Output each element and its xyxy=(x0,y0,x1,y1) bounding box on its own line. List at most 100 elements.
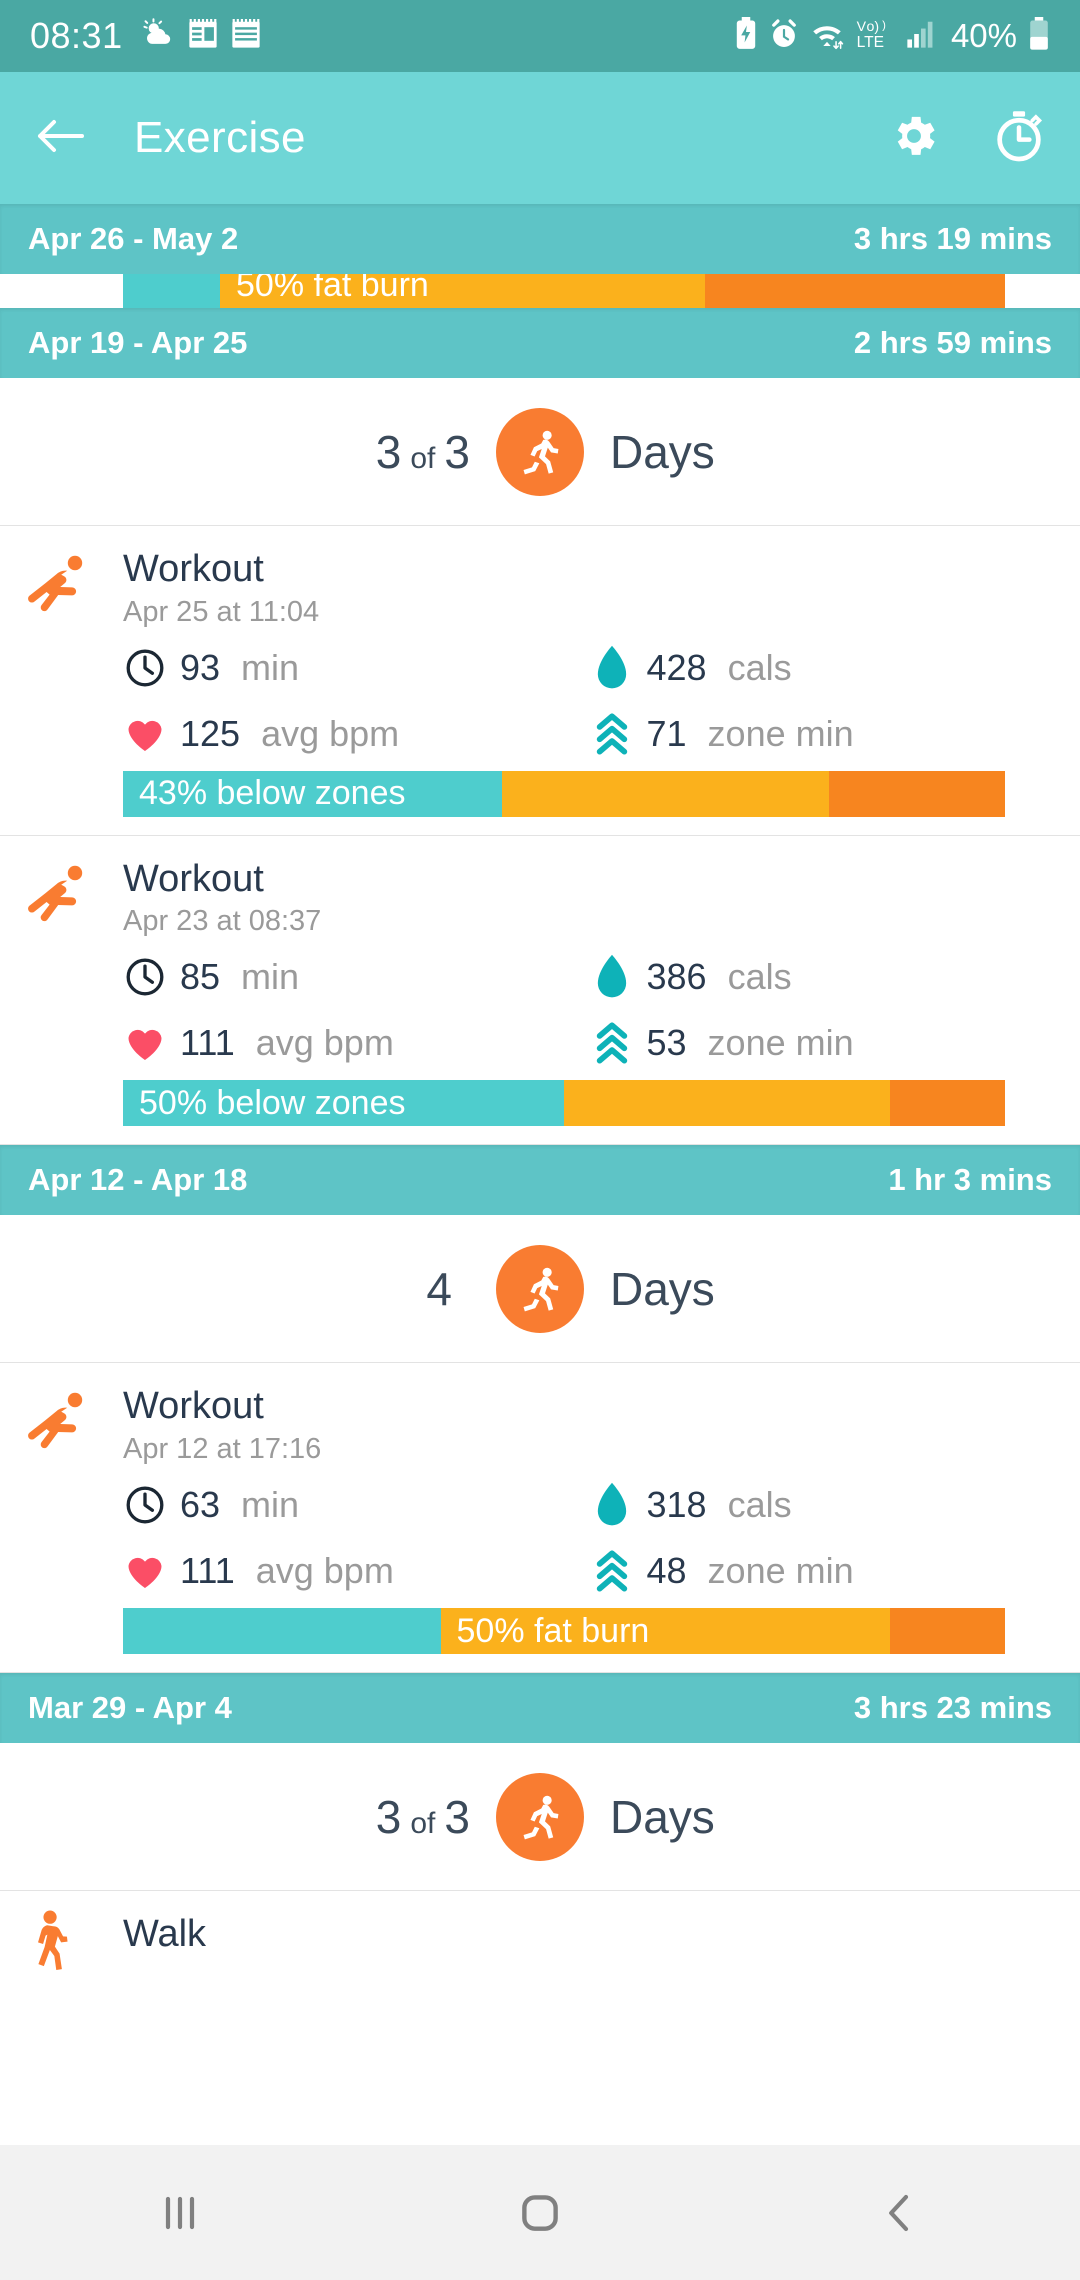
zone-bar: 50% fat burn xyxy=(0,1608,1080,1654)
exercise-list[interactable]: Apr 26 - May 2 3 hrs 19 mins 50% fat bur… xyxy=(0,204,1080,2277)
days-count: 3 of 3 xyxy=(320,425,470,479)
workout-card[interactable]: Workout Apr 25 at 11:04 93 min 4 xyxy=(0,526,1080,836)
app-bar-actions xyxy=(888,109,1046,168)
workout-card[interactable]: Workout Apr 12 at 17:16 63 min 3 xyxy=(0,1363,1080,1673)
week-range: Mar 29 - Apr 4 xyxy=(28,1690,232,1726)
days-of-label: of xyxy=(410,1807,435,1841)
bpm-unit: avg bpm xyxy=(261,713,399,755)
app-bar: Exercise xyxy=(0,72,1080,204)
zone-unit: zone min xyxy=(708,1550,854,1592)
status-bar: 08:31 Vo))LTE xyxy=(0,0,1080,72)
bpm-unit: avg bpm xyxy=(256,1022,394,1064)
workout-title: Workout xyxy=(123,858,1056,902)
wifi-icon xyxy=(810,18,844,55)
days-unit-label: Days xyxy=(610,425,760,479)
sprinter-start-icon xyxy=(22,550,90,618)
gear-icon[interactable] xyxy=(888,110,940,167)
walker-icon xyxy=(22,1909,90,1977)
zone-unit: zone min xyxy=(708,1022,854,1064)
workout-stats: 93 min 428 cals 125 xyxy=(123,639,1056,763)
stat-duration: 85 min xyxy=(123,948,590,1006)
runner-icon xyxy=(496,1773,584,1861)
heart-icon xyxy=(123,1549,167,1593)
duration-value: 85 xyxy=(180,956,220,998)
clock-icon xyxy=(123,956,167,998)
notes-icon xyxy=(231,17,261,56)
duration-unit: min xyxy=(241,647,299,689)
sprinter-start-icon xyxy=(22,860,90,928)
calories-unit: cals xyxy=(728,647,792,689)
workout-card[interactable]: Workout Apr 23 at 08:37 85 min 3 xyxy=(0,836,1080,1146)
sprinter-start-icon xyxy=(22,1387,90,1455)
zone-value: 48 xyxy=(647,1550,687,1592)
zone-segment-fat-burn: 50% fat burn xyxy=(220,274,705,308)
workout-date: Apr 25 at 11:04 xyxy=(123,596,1056,629)
heart-icon xyxy=(123,1021,167,1065)
signal-icon xyxy=(906,18,936,55)
status-bar-notification-icons xyxy=(141,17,261,56)
calendar-icon xyxy=(188,17,218,56)
back-icon[interactable] xyxy=(800,2145,1000,2280)
battery-icon xyxy=(1028,17,1050,56)
workout-title: Workout xyxy=(123,548,1056,592)
week-header[interactable]: Apr 19 - Apr 25 2 hrs 59 mins xyxy=(0,308,1080,378)
zone-segment-label: 50% fat burn xyxy=(220,274,429,305)
workout-body: Workout Apr 23 at 08:37 85 min 3 xyxy=(0,858,1080,1073)
days-unit-label: Days xyxy=(610,1790,760,1844)
clipped-workout-card[interactable]: 50% fat burn xyxy=(0,274,1080,308)
zone-segment-label: 50% fat burn xyxy=(441,1612,650,1651)
week-header[interactable]: Apr 26 - May 2 3 hrs 19 mins xyxy=(0,204,1080,274)
zone-segment-below: 43% below zones xyxy=(123,771,502,817)
days-goal-value: 3 xyxy=(444,425,470,479)
workout-body: Workout Apr 25 at 11:04 93 min 4 xyxy=(0,548,1080,763)
home-icon[interactable] xyxy=(440,2145,640,2280)
bpm-unit: avg bpm xyxy=(256,1550,394,1592)
days-count-value: 3 xyxy=(376,425,402,479)
stat-calories: 386 cals xyxy=(590,948,1057,1006)
svg-text:): ) xyxy=(882,19,886,31)
calories-value: 318 xyxy=(647,1484,707,1526)
days-count-value: 3 xyxy=(376,1790,402,1844)
chevrons-up-icon xyxy=(590,1548,634,1594)
zone-segment-cardio xyxy=(890,1080,1005,1126)
days-count: 4 xyxy=(320,1262,470,1316)
runner-icon xyxy=(496,408,584,496)
battery-saver-icon xyxy=(734,17,758,56)
week-total: 3 hrs 23 mins xyxy=(854,1690,1052,1726)
stat-duration: 63 min xyxy=(123,1476,590,1534)
days-summary-row[interactable]: 3 of 3 Days xyxy=(0,378,1080,526)
days-summary-row[interactable]: 3 of 3 Days xyxy=(0,1743,1080,1891)
zone-segment-label: 50% below zones xyxy=(123,1084,406,1123)
workout-title: Workout xyxy=(123,1385,1056,1429)
workout-stats: 63 min 318 cals 111 xyxy=(123,1476,1056,1600)
duration-value: 63 xyxy=(180,1484,220,1526)
stat-zone-min: 53 zone min xyxy=(590,1014,1057,1072)
zone-segment-below: 50% below zones xyxy=(123,1080,564,1126)
recents-icon[interactable] xyxy=(80,2145,280,2280)
zone-segment-cardio xyxy=(829,771,1005,817)
heart-icon xyxy=(123,712,167,756)
back-arrow-icon[interactable] xyxy=(34,116,86,161)
week-range: Apr 19 - Apr 25 xyxy=(28,325,247,361)
exercise-screen: 08:31 Vo))LTE xyxy=(0,0,1080,2280)
week-header[interactable]: Apr 12 - Apr 18 1 hr 3 mins xyxy=(0,1145,1080,1215)
zone-segment-cardio xyxy=(705,274,1005,308)
calories-unit: cals xyxy=(728,956,792,998)
stat-bpm: 111 avg bpm xyxy=(123,1542,590,1600)
days-count-value: 4 xyxy=(426,1262,452,1316)
stopwatch-icon[interactable] xyxy=(992,109,1046,168)
page-title: Exercise xyxy=(134,113,306,163)
stat-zone-min: 71 zone min xyxy=(590,705,1057,763)
workout-date: Apr 12 at 17:16 xyxy=(123,1433,1056,1466)
stat-bpm: 125 avg bpm xyxy=(123,705,590,763)
workout-card[interactable]: Walk xyxy=(0,1891,1080,1957)
week-header[interactable]: Mar 29 - Apr 4 3 hrs 23 mins xyxy=(0,1673,1080,1743)
duration-value: 93 xyxy=(180,647,220,689)
workout-stats: 85 min 386 cals 111 xyxy=(123,948,1056,1072)
calories-unit: cals xyxy=(728,1484,792,1526)
zone-segment-fat-burn xyxy=(502,771,828,817)
bpm-value: 125 xyxy=(180,713,240,755)
chevrons-up-icon xyxy=(590,1020,634,1066)
week-range: Apr 26 - May 2 xyxy=(28,221,238,257)
days-summary-row[interactable]: 4 Days xyxy=(0,1215,1080,1363)
